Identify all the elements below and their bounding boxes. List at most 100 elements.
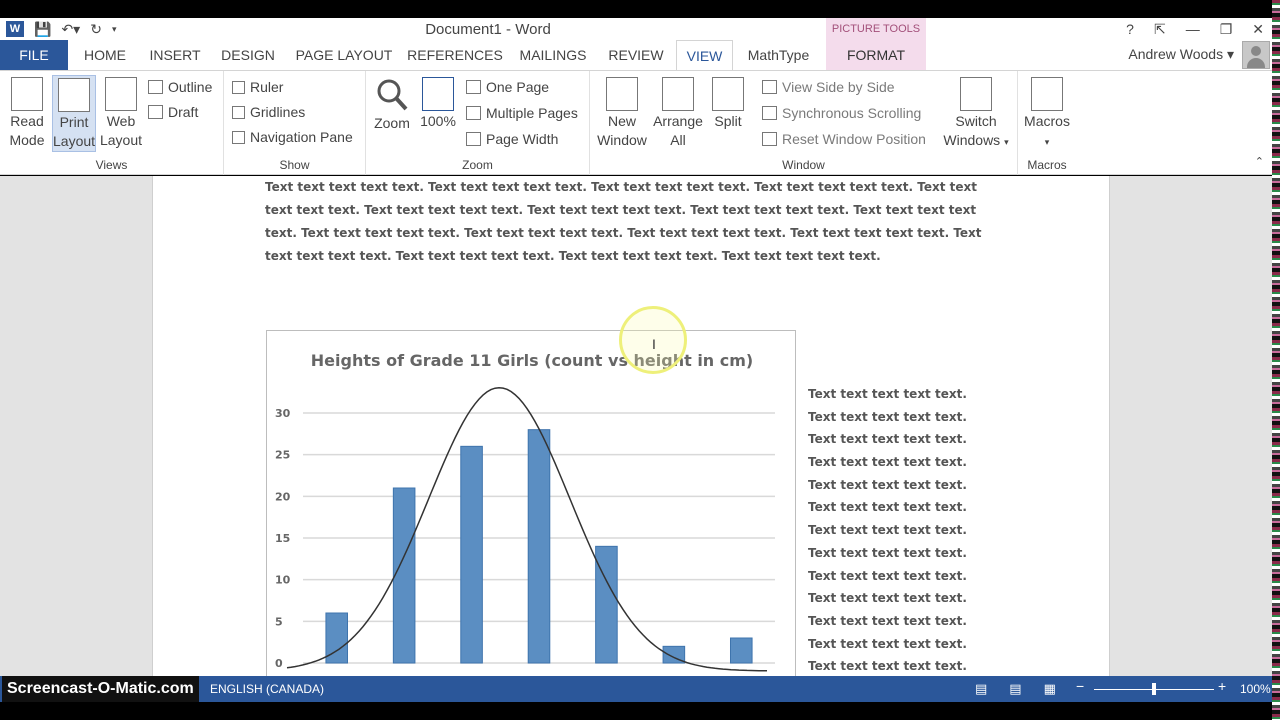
arrange-all-label: Arrange All <box>653 113 703 148</box>
help-icon[interactable]: ? <box>1126 21 1134 37</box>
new-window-button[interactable]: New Window <box>594 75 650 150</box>
tab-mailings[interactable]: MAILINGS <box>512 40 594 70</box>
side-text-line[interactable]: Text text text text text. <box>808 406 978 429</box>
y-tick-label: 5 <box>275 615 283 628</box>
avatar[interactable] <box>1242 41 1270 69</box>
language-indicator[interactable]: ENGLISH (CANADA) <box>210 682 324 696</box>
gridlines-check-icon <box>232 105 245 119</box>
side-text-line[interactable]: Text text text text text. <box>808 451 978 474</box>
text-cursor-icon: I <box>652 336 656 352</box>
switch-windows-icon <box>960 77 992 111</box>
tab-page-layout[interactable]: PAGE LAYOUT <box>290 40 398 70</box>
chart-bar <box>729 637 753 664</box>
zoom-thumb[interactable] <box>1152 683 1156 695</box>
screen-edge-artifact <box>1272 0 1280 720</box>
side-text-line[interactable]: Text text text text text. <box>808 587 978 610</box>
y-tick-label: 10 <box>275 574 291 587</box>
group-window: New Window Arrange All Split View Side b… <box>590 71 1018 175</box>
switch-windows-button[interactable]: Switch Windows ▾ <box>940 75 1012 152</box>
reset-window-position-button[interactable]: Reset Window Position <box>762 128 926 150</box>
y-tick-label: 30 <box>275 407 291 420</box>
zoom-button[interactable]: Zoom <box>370 75 414 133</box>
ruler-checkbox[interactable]: Ruler <box>232 76 283 98</box>
side-text-line[interactable]: Text text text text text. <box>808 383 978 406</box>
y-tick-label: 25 <box>275 449 290 462</box>
body-paragraph[interactable]: Text text text text text. Text text text… <box>265 176 995 268</box>
user-account[interactable]: Andrew Woods ▾ <box>1128 46 1234 63</box>
macros-button[interactable]: Macros ▾ <box>1022 75 1072 152</box>
multiple-pages-button[interactable]: Multiple Pages <box>466 102 578 124</box>
tab-design[interactable]: DESIGN <box>213 40 283 70</box>
restore-icon[interactable]: ❐ <box>1220 21 1233 38</box>
split-label: Split <box>714 113 742 129</box>
tab-format[interactable]: FORMAT <box>826 40 926 70</box>
side-text-line[interactable]: Text text text text text. <box>808 633 978 656</box>
minimize-icon[interactable]: — <box>1186 21 1200 37</box>
tab-insert[interactable]: INSERT <box>142 40 208 70</box>
document-area[interactable]: Text text text text text. Text text text… <box>0 176 1272 676</box>
read-mode-label: Read Mode <box>9 113 45 148</box>
view-side-by-side-button[interactable]: View Side by Side <box>762 76 895 98</box>
ruler-label: Ruler <box>250 79 284 95</box>
navigation-pane-checkbox[interactable]: Navigation Pane <box>232 126 353 148</box>
zoom-out-icon[interactable]: − <box>1076 678 1084 694</box>
tab-home[interactable]: HOME <box>72 40 138 70</box>
user-name: Andrew Woods <box>1128 46 1224 62</box>
side-text-line[interactable]: Text text text text text. <box>808 565 978 588</box>
zoom-percentage[interactable]: 100% <box>1240 682 1271 696</box>
zoom-100-button[interactable]: 100% <box>418 75 458 131</box>
read-mode-button[interactable]: Read Mode <box>4 75 50 150</box>
close-icon[interactable]: ✕ <box>1252 21 1264 38</box>
print-layout-view-icon[interactable]: ▤ <box>1009 681 1021 697</box>
zoom-in-icon[interactable]: + <box>1218 678 1226 694</box>
window-controls: ? ⇱ — ❐ ✕ <box>1126 18 1272 40</box>
tab-view[interactable]: VIEW <box>676 40 733 70</box>
split-button[interactable]: Split <box>708 75 748 131</box>
page-width-button[interactable]: Page Width <box>466 128 558 150</box>
tab-references[interactable]: REFERENCES <box>406 40 504 70</box>
y-tick-label: 20 <box>275 490 291 503</box>
read-mode-icon <box>11 77 43 111</box>
outline-icon <box>148 80 163 94</box>
views-group-label: Views <box>95 158 128 172</box>
side-text-line[interactable]: Text text text text text. <box>808 655 978 676</box>
web-layout-view-icon[interactable]: ▦ <box>1044 681 1056 697</box>
synchronous-scrolling-button[interactable]: Synchronous Scrolling <box>762 102 921 124</box>
ribbon-display-options-icon[interactable]: ⇱ <box>1154 21 1166 38</box>
one-page-button[interactable]: One Page <box>466 76 549 98</box>
one-page-icon <box>466 80 481 94</box>
ribbon-tabs: FILE HOME INSERT DESIGN PAGE LAYOUT REFE… <box>0 40 1272 70</box>
web-layout-button[interactable]: Web Layout <box>98 75 144 150</box>
side-text-line[interactable]: Text text text text text. <box>808 519 978 542</box>
zoom-slider[interactable]: − + <box>1072 678 1232 697</box>
print-layout-label: Print Layout <box>53 114 96 149</box>
read-mode-view-icon[interactable]: ▤ <box>975 681 987 697</box>
tab-mathtype[interactable]: MathType <box>737 40 820 70</box>
new-window-label: New Window <box>597 113 647 148</box>
document-page[interactable]: Text text text text text. Text text text… <box>152 176 1110 676</box>
view-shortcuts: ▤ ▤ ▦ <box>975 681 1056 697</box>
normal-curve <box>286 386 768 672</box>
arrange-all-button[interactable]: Arrange All <box>650 75 706 150</box>
multiple-pages-label: Multiple Pages <box>486 105 578 121</box>
side-text-line[interactable]: Text text text text text. <box>808 610 978 633</box>
collapse-ribbon-icon[interactable]: ⌃ <box>1255 155 1264 168</box>
side-text-line[interactable]: Text text text text text. <box>808 428 978 451</box>
split-icon <box>712 77 744 111</box>
tab-review[interactable]: REVIEW <box>601 40 671 70</box>
draft-button[interactable]: Draft <box>148 101 198 123</box>
gridlines-checkbox[interactable]: Gridlines <box>232 101 305 123</box>
tab-file[interactable]: FILE <box>0 40 68 70</box>
status-bar: Screencast-O-Matic.com ENGLISH (CANADA) … <box>0 676 1272 702</box>
chart-bar <box>527 429 551 664</box>
outline-button[interactable]: Outline <box>148 76 212 98</box>
macros-icon <box>1031 77 1063 111</box>
side-text-line[interactable]: Text text text text text. <box>808 542 978 565</box>
chart-object[interactable]: Heights of Grade 11 Girls (count vs heig… <box>266 330 796 676</box>
side-text-line[interactable]: Text text text text text. <box>808 474 978 497</box>
print-layout-button[interactable]: Print Layout <box>52 75 96 152</box>
side-text-column[interactable]: Text text text text text. Text text text … <box>808 383 978 676</box>
macros-dropdown-icon: ▾ <box>1044 137 1050 147</box>
title-bar: W 💾 ↶▾ ↻ ▾ Document1 - Word PICTURE TOOL… <box>0 18 1272 40</box>
side-text-line[interactable]: Text text text text text. <box>808 496 978 519</box>
